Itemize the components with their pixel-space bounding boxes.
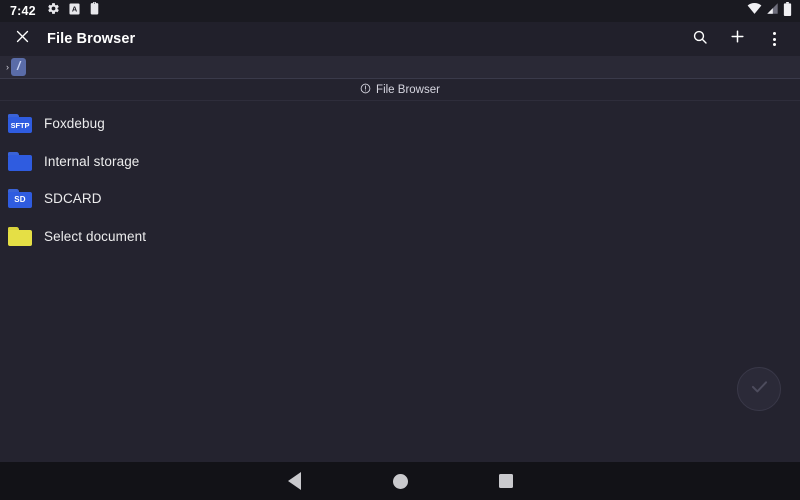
confirm-fab-button[interactable] (737, 367, 781, 411)
nav-home-button[interactable] (347, 462, 453, 500)
file-list: SFTP Foxdebug Internal storage SD SDC (0, 101, 800, 462)
close-button[interactable] (10, 27, 34, 51)
android-navigation-bar (0, 462, 800, 500)
search-button[interactable] (688, 27, 712, 51)
overflow-menu-icon (773, 32, 776, 35)
list-item-sdcard[interactable]: SD SDCARD (0, 180, 800, 218)
chevron-right-icon: › (4, 63, 11, 72)
folder-blue-icon (8, 149, 32, 173)
home-circle-icon (393, 474, 408, 489)
folder-yellow-icon (8, 224, 32, 248)
list-item-label: Internal storage (44, 154, 139, 169)
sftp-folder-icon: SFTP (8, 112, 32, 136)
list-item-label: Foxdebug (44, 116, 105, 131)
list-item-select-document[interactable]: Select document (0, 218, 800, 256)
overflow-menu-button[interactable] (762, 27, 786, 51)
list-item-internal-storage[interactable]: Internal storage (0, 143, 800, 181)
check-icon (749, 376, 770, 402)
sd-badge-label: SD (14, 196, 26, 204)
status-bar-notification-icons: A (47, 2, 100, 20)
a-box-icon: A (69, 2, 80, 20)
sftp-badge-label: SFTP (11, 122, 30, 130)
svg-text:A: A (72, 5, 78, 14)
add-icon (729, 28, 746, 50)
battery-icon (783, 2, 792, 21)
add-button[interactable] (725, 27, 749, 51)
recents-square-icon (499, 474, 513, 488)
app-bar: File Browser (0, 22, 800, 56)
wifi-icon (747, 2, 762, 20)
gear-icon (47, 2, 60, 20)
nav-back-button[interactable] (241, 462, 347, 500)
list-item-foxdebug[interactable]: SFTP Foxdebug (0, 105, 800, 143)
page-title: File Browser (47, 31, 135, 47)
nav-recents-button[interactable] (453, 462, 559, 500)
sd-folder-icon: SD (8, 187, 32, 211)
list-item-label: SDCARD (44, 191, 102, 206)
search-icon (692, 29, 708, 50)
close-icon (15, 29, 30, 49)
breadcrumb-item-root[interactable]: / (11, 58, 26, 75)
status-bar-system-icons (747, 2, 792, 21)
back-triangle-icon (288, 472, 301, 490)
section-header: File Browser (0, 79, 800, 101)
breadcrumb: › / (0, 56, 800, 79)
status-bar-clock: 7:42 (10, 5, 36, 18)
list-item-label: Select document (44, 229, 146, 244)
device-screen: 7:42 A (0, 0, 800, 500)
status-bar: 7:42 A (0, 0, 800, 22)
section-header-label: File Browser (376, 84, 440, 96)
overflow-menu-icon-dot2 (773, 38, 776, 41)
cellular-signal-icon (766, 2, 779, 20)
info-circle-icon (360, 81, 371, 99)
clipboard-icon (89, 2, 100, 20)
overflow-menu-icon-dot3 (773, 43, 776, 46)
app-bar-actions (688, 27, 786, 51)
